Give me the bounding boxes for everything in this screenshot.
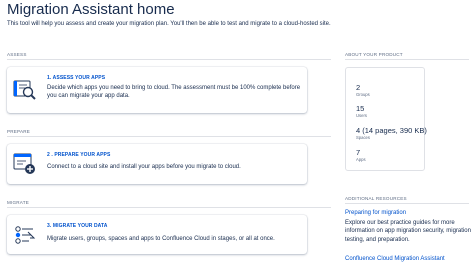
assess-magnifier-icon [13, 78, 37, 102]
about-product-label: ABOUT YOUR PRODUCT [345, 52, 403, 57]
prepare-card-title[interactable]: 2 . PREPARE YOUR APPS [47, 152, 110, 158]
stat-value: 2 [356, 83, 361, 92]
stat-apps: 7 Apps [356, 148, 366, 162]
divider [345, 59, 469, 60]
additional-resources-label: ADDITIONAL RESOURCES [345, 196, 407, 201]
migrate-checklist-icon [13, 223, 37, 247]
resources-description: Explore our best practice guides for mor… [345, 220, 471, 243]
stat-value: 7 [356, 148, 361, 157]
divider [7, 207, 331, 208]
assess-card-description: Decide which apps you need to bring to c… [47, 85, 301, 100]
migrate-data-card[interactable]: 3. MIGRATE YOUR DATA Migrate users, grou… [7, 215, 307, 254]
divider [7, 136, 331, 137]
prepare-card-description: Connect to a cloud site and install your… [47, 164, 241, 170]
stat-label: Groups [356, 92, 370, 97]
divider [7, 59, 331, 60]
prepare-add-icon [13, 152, 37, 176]
preparing-for-migration-link[interactable]: Preparing for migration [345, 210, 406, 216]
page-intro: This tool will help you assess and creat… [7, 21, 331, 27]
page-title: Migration Assistant home [7, 1, 175, 18]
stat-groups: 2 Groups [356, 83, 370, 97]
stat-spaces: 4 (14 pages, 390 KB) Spaces [356, 126, 427, 140]
stat-label: Apps [356, 157, 366, 162]
stat-label: Spaces [356, 135, 370, 140]
prepare-apps-card[interactable]: 2 . PREPARE YOUR APPS Connect to a cloud… [7, 144, 307, 184]
cloud-migration-assistant-link[interactable]: Confluence Cloud Migration Assistant [345, 256, 445, 262]
stat-users: 15 Users [356, 104, 367, 118]
stat-value: 4 (14 pages, 390 KB) [356, 126, 427, 135]
assess-apps-card[interactable]: 1. ASSESS YOUR APPS Decide which apps yo… [7, 67, 307, 113]
divider [345, 203, 469, 204]
section-label-prepare: PREPARE [7, 129, 31, 134]
migrate-card-description: Migrate users, groups, spaces and apps t… [47, 236, 275, 242]
assess-card-title[interactable]: 1. ASSESS YOUR APPS [47, 75, 105, 81]
stat-label: Users [356, 113, 367, 118]
migrate-card-title[interactable]: 3. MIGRATE YOUR DATA [47, 223, 108, 229]
product-stats-panel: 2 Groups 15 Users 4 (14 pages, 390 KB) S… [345, 67, 427, 171]
section-label-migrate: MIGRATE [7, 200, 29, 205]
stat-value: 15 [356, 104, 365, 113]
section-label-assess: ASSESS [7, 52, 27, 57]
